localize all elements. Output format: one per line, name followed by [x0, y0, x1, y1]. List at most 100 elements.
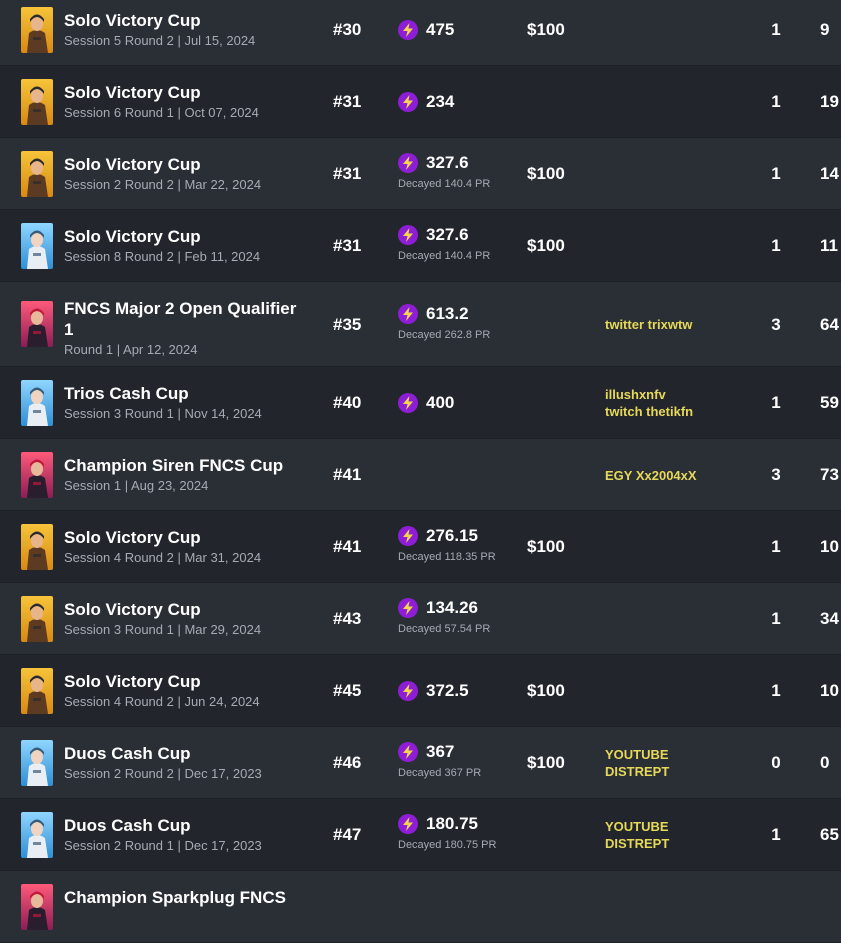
power-ranking: 475 [398, 20, 454, 40]
event-session-date: Session 1 | Aug 23, 2024 [64, 478, 209, 493]
event-title[interactable]: Solo Victory Cup [64, 10, 304, 31]
event-title[interactable]: Solo Victory Cup [64, 82, 304, 103]
event-title[interactable]: Duos Cash Cup [64, 743, 304, 764]
tournament-row[interactable]: Solo Victory Cup Session 4 Round 2 | Jun … [0, 655, 841, 727]
prize-amount: $100 [527, 236, 565, 255]
lightning-bolt-icon [398, 814, 418, 834]
skin-avatar-icon [21, 524, 53, 570]
eliminations-count: 3 [771, 314, 781, 334]
skin-avatar-icon [21, 7, 53, 53]
teammate-name[interactable]: YOUTUBE [605, 746, 669, 763]
teammate-name[interactable]: illushxnfv [605, 386, 693, 403]
tournament-row[interactable]: Solo Victory Cup Session 4 Round 2 | Mar … [0, 511, 841, 583]
skin-avatar-icon [21, 223, 53, 269]
points-value: 0 [820, 753, 830, 772]
event-info: Solo Victory Cup Session 3 Round 1 | Mar … [64, 599, 304, 638]
pr-value: 327.6 [426, 225, 469, 244]
placement-rank: #41 [333, 537, 362, 556]
skin-avatar-icon [21, 740, 53, 786]
event-session-date: Session 3 Round 1 | Nov 14, 2024 [64, 406, 262, 421]
skin-avatar-icon [21, 596, 53, 642]
power-ranking: 180.75 Decayed 180.75 PR [398, 814, 496, 851]
placement-rank: #47 [333, 825, 362, 844]
placement-rank: #41 [333, 465, 362, 484]
skin-avatar-icon [21, 301, 53, 347]
teammate-name[interactable]: EGY Xx2004xX [605, 467, 697, 484]
power-ranking: 134.26 Decayed 57.54 PR [398, 598, 490, 635]
eliminations-count: 3 [771, 465, 781, 484]
lightning-bolt-icon [398, 92, 418, 112]
pr-value: 475 [426, 20, 455, 39]
tournament-row[interactable]: Duos Cash Cup Session 2 Round 2 | Dec 17,… [0, 727, 841, 799]
tournament-row[interactable]: Solo Victory Cup Session 8 Round 2 | Feb … [0, 210, 841, 282]
skin-avatar-icon [21, 79, 53, 125]
event-title[interactable]: Champion Siren FNCS Cup [64, 455, 304, 476]
eliminations-count: 1 [771, 825, 781, 844]
pr-value: 613.2 [426, 303, 469, 323]
tournament-row[interactable]: Champion Siren FNCS Cup Session 1 | Aug 2… [0, 439, 841, 511]
placement-rank: #31 [333, 92, 362, 111]
tournament-row[interactable]: Champion Sparkplug FNCS [0, 871, 841, 943]
pr-value: 134.26 [426, 598, 478, 617]
tournament-row[interactable]: Solo Victory Cup Session 3 Round 1 | Mar … [0, 583, 841, 655]
placement-rank: #31 [333, 236, 362, 255]
teammate-name[interactable]: YOUTUBE [605, 818, 669, 835]
lightning-bolt-icon [398, 742, 418, 762]
teammate-name[interactable]: twitch thetikfn [605, 403, 693, 420]
pr-value: 276.15 [426, 526, 478, 545]
skin-avatar-icon [21, 668, 53, 714]
event-title[interactable]: FNCS Major 2 Open Qualifier 1 [64, 298, 304, 340]
event-title[interactable]: Champion Sparkplug FNCS [64, 887, 304, 908]
skin-avatar-icon [21, 812, 53, 858]
pr-decayed-note: Decayed 118.35 PR [398, 551, 496, 563]
tournament-row[interactable]: Solo Victory Cup Session 2 Round 2 | Mar … [0, 138, 841, 210]
teammate-name[interactable]: twitter trixwtw [605, 316, 692, 333]
lightning-bolt-icon [398, 393, 418, 413]
event-title[interactable]: Trios Cash Cup [64, 383, 304, 404]
points-value: 10 [820, 681, 839, 700]
lightning-bolt-icon [398, 153, 418, 173]
event-session-date: Session 4 Round 2 | Mar 31, 2024 [64, 550, 262, 565]
eliminations-count: 1 [771, 236, 781, 255]
tournament-row[interactable]: Solo Victory Cup Session 5 Round 2 | Jul … [0, 0, 841, 66]
event-session-date: Round 1 | Apr 12, 2024 [64, 342, 198, 357]
eliminations-count: 1 [771, 681, 781, 700]
pr-value: 400 [426, 393, 455, 412]
teammates: illushxnfv twitch thetikfn [605, 386, 693, 420]
power-ranking: 613.2 Decayed 262.8 PR [398, 303, 490, 341]
event-title[interactable]: Solo Victory Cup [64, 671, 304, 692]
tournament-row[interactable]: Solo Victory Cup Session 6 Round 1 | Oct … [0, 66, 841, 138]
teammate-name[interactable]: DISTREPT [605, 763, 669, 780]
event-title[interactable]: Solo Victory Cup [64, 599, 304, 620]
tournament-row[interactable]: Duos Cash Cup Session 2 Round 1 | Dec 17,… [0, 799, 841, 871]
tournament-history-list: Solo Victory Cup Session 5 Round 2 | Jul … [0, 0, 841, 943]
event-title[interactable]: Solo Victory Cup [64, 527, 304, 548]
event-session-date: Session 6 Round 1 | Oct 07, 2024 [64, 105, 259, 120]
tournament-row[interactable]: FNCS Major 2 Open Qualifier 1 Round 1 | A… [0, 282, 841, 367]
pr-decayed-note: Decayed 140.4 PR [398, 250, 491, 262]
points-value: 11 [820, 236, 838, 255]
eliminations-count: 1 [771, 20, 781, 39]
prize-amount: $100 [527, 537, 565, 556]
event-info: Solo Victory Cup Session 2 Round 2 | Mar … [64, 154, 304, 193]
power-ranking: 327.6 Decayed 140.4 PR [398, 153, 490, 190]
placement-rank: #46 [333, 753, 362, 772]
event-title[interactable]: Solo Victory Cup [64, 226, 304, 247]
pr-value: 234 [426, 92, 455, 111]
prize-amount: $100 [527, 20, 565, 39]
event-title[interactable]: Duos Cash Cup [64, 815, 304, 836]
placement-rank: #40 [333, 393, 362, 412]
event-info: Solo Victory Cup Session 5 Round 2 | Jul … [64, 10, 304, 49]
pr-value: 372.5 [426, 681, 469, 700]
pr-decayed-note: Decayed 57.54 PR [398, 623, 491, 635]
event-info: FNCS Major 2 Open Qualifier 1 Round 1 | A… [64, 298, 304, 358]
event-session-date: Session 2 Round 2 | Mar 22, 2024 [64, 177, 262, 192]
event-title[interactable]: Solo Victory Cup [64, 154, 304, 175]
event-info: Solo Victory Cup Session 8 Round 2 | Feb … [64, 226, 304, 265]
tournament-row[interactable]: Trios Cash Cup Session 3 Round 1 | Nov 14… [0, 367, 841, 439]
placement-rank: #35 [333, 314, 362, 334]
points-value: 10 [820, 537, 839, 556]
teammate-name[interactable]: DISTREPT [605, 835, 669, 852]
event-session-date: Session 3 Round 1 | Mar 29, 2024 [64, 622, 262, 637]
event-session-date: Session 5 Round 2 | Jul 15, 2024 [64, 33, 256, 48]
